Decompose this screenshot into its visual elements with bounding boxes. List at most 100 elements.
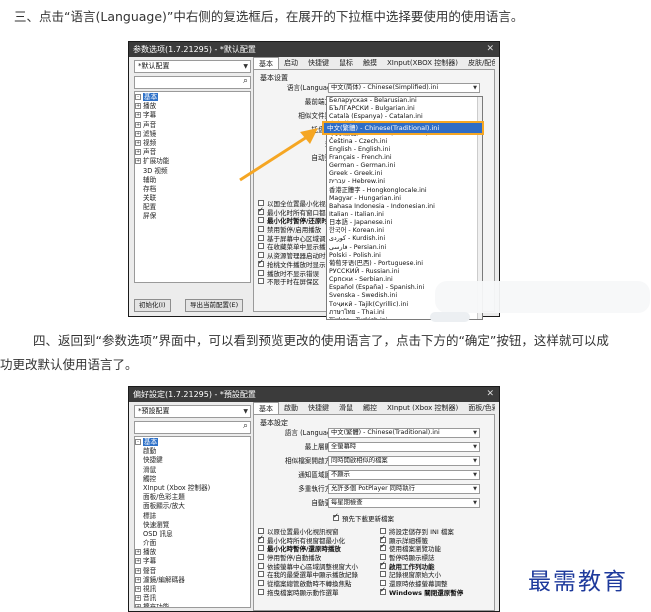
checkbox-label: 啟用工作列功能	[389, 562, 435, 571]
pre-download-checkbox[interactable]: 預先下載更新檔案	[333, 512, 394, 524]
option-checkbox[interactable]: 還原時依據螢幕調整	[380, 580, 463, 589]
expand-icon[interactable]: +	[135, 595, 141, 602]
checkbox-box[interactable]	[258, 588, 264, 595]
settings-tab[interactable]: 滑鼠	[334, 402, 358, 414]
checkbox-box[interactable]	[258, 554, 264, 561]
settings-tab[interactable]: 面板/色彩主	[463, 402, 495, 414]
option-checkbox[interactable]: 使用檔案瀏覽功能	[380, 542, 463, 554]
option-checkbox[interactable]: 在我的最愛選單中顯示播放紀錄	[258, 571, 358, 580]
collapse-icon[interactable]: -	[135, 439, 141, 445]
tree-item[interactable]: + 音訊	[135, 594, 250, 603]
settings-tab[interactable]: 啟動	[279, 402, 303, 414]
checkbox-box[interactable]	[380, 571, 386, 578]
expand-icon[interactable]: +	[135, 567, 141, 574]
setting-select[interactable]: 全螢幕時 ▼	[328, 442, 480, 452]
option-checkbox[interactable]: 從檔案總管啟動時不轉換焦點	[258, 580, 358, 589]
tree-item[interactable]: 快速瀏覽	[135, 521, 250, 530]
checkbox-label: 以原位置最小化視訊視窗	[267, 528, 339, 536]
setting-select[interactable]: 每星期檢查 ▼	[328, 498, 480, 508]
tree-item-label: 啟動	[143, 447, 157, 456]
checkbox-box[interactable]	[380, 542, 386, 552]
setting-select[interactable]: 中文(繁體) - Chinese(Traditional).ini ▼	[328, 428, 480, 438]
tree-item[interactable]: 快捷鍵	[135, 456, 250, 465]
checkbox-label: 最小化時暫停/還原時播放	[267, 545, 341, 554]
checkbox-box[interactable]	[333, 512, 339, 521]
tree-item[interactable]: + 字幕	[135, 557, 250, 566]
setting-value: 同時開啟相似的檔案	[331, 457, 388, 464]
settings-tab[interactable]: XInput (Xbox 控制器)	[382, 402, 463, 414]
tree-item[interactable]: 觸控	[135, 475, 250, 484]
checkbox-box[interactable]	[258, 562, 264, 569]
preferences-window-traditional: 偏好設定(1.7.21295) - *預設配置 ✕ *預設配置 ▼ ⌕ - 基本啟…	[128, 386, 500, 612]
search-input[interactable]: ⌕	[134, 421, 251, 434]
chevron-down-icon: ▼	[473, 458, 477, 464]
blurred-region	[435, 281, 650, 313]
checkbox-box[interactable]	[258, 545, 264, 552]
checkbox-box[interactable]	[380, 560, 386, 569]
tree-item[interactable]: 介面	[135, 539, 250, 548]
tree-item[interactable]: 啟動	[135, 447, 250, 456]
checkbox-label: 使用檔案瀏覽功能	[389, 545, 441, 554]
profile-select[interactable]: *預設配置 ▼	[134, 405, 251, 418]
tree-item[interactable]: + 聲音	[135, 567, 250, 576]
expand-icon[interactable]: +	[135, 549, 141, 556]
tree-item[interactable]: 滑鼠	[135, 466, 250, 475]
search-icon: ⌕	[242, 421, 248, 431]
tree-item[interactable]: + 視訊	[135, 585, 250, 594]
checkbox-box[interactable]	[258, 580, 264, 587]
arrowhead-icon	[300, 128, 318, 144]
setting-row: 最上層顯示: 全螢幕時 ▼	[254, 442, 494, 453]
checkbox-label: Windows 關閉還原暫停	[389, 588, 464, 597]
option-checkbox[interactable]: 暫停時顯示標誌	[380, 554, 463, 563]
tree-item[interactable]: 面板顯示/放大	[135, 502, 250, 511]
checkbox-label: 最小化時所有視窗都最小化	[267, 536, 345, 545]
setting-row: 多重執行方式: 允許多個 PotPlayer 同時執行 ▼	[254, 484, 494, 495]
tree-item[interactable]: OSD 訊息	[135, 530, 250, 539]
tree-item[interactable]: 面板/色彩主題	[135, 493, 250, 502]
tree-item[interactable]: + 擴充功能	[135, 603, 250, 608]
setting-select[interactable]: 不顯示 ▼	[328, 470, 480, 480]
checkbox-label: 拖曳檔案時顯示動作選單	[267, 588, 339, 597]
tree-item[interactable]: 標誌	[135, 512, 250, 521]
settings-tree: - 基本 啟動 快捷鍵 滑鼠 觸控 XInput (Xbox 控制器) 面板/色彩主題 面板顯示…	[134, 436, 251, 608]
option-checkbox[interactable]: 以原位置最小化視訊視窗	[258, 528, 358, 537]
expand-icon[interactable]: +	[135, 604, 141, 607]
tree-item-label: 滑鼠	[143, 465, 157, 474]
tree-item[interactable]: XInput (Xbox 控制器)	[135, 484, 250, 493]
checkbox-box[interactable]	[380, 586, 386, 595]
option-checkbox[interactable]: Windows 關閉還原暫停	[380, 586, 464, 598]
tree-item-label: 音訊	[143, 594, 157, 603]
expand-icon[interactable]: +	[135, 558, 141, 565]
instruction-step4-continued: 功更改默认使用语言了。	[0, 357, 138, 372]
checkbox-label: 在我的最愛選單中顯示播放紀錄	[267, 571, 358, 580]
option-checkbox[interactable]: 記錄視窗原始大小	[380, 571, 463, 580]
expand-icon[interactable]: +	[135, 576, 141, 583]
setting-select[interactable]: 同時開啟相似的檔案 ▼	[328, 456, 480, 466]
tree-item-label: OSD 訊息	[143, 529, 173, 538]
checkbox-box[interactable]	[258, 534, 264, 543]
tree-item[interactable]: - 基本	[135, 438, 250, 447]
tree-item[interactable]: + 濾鏡/編解碼器	[135, 576, 250, 585]
checkbox-box[interactable]	[258, 571, 264, 578]
setting-select[interactable]: 允許多個 PotPlayer 同時執行 ▼	[328, 484, 480, 494]
settings-tab[interactable]: 觸控	[358, 402, 382, 414]
settings-tab[interactable]: 基本	[253, 402, 279, 414]
option-checkbox[interactable]: 將設定儲存到 INI 檔案	[380, 528, 463, 537]
option-checkbox[interactable]: 最小化時暫停/還原時播放	[258, 545, 358, 554]
expand-icon[interactable]: +	[135, 586, 141, 592]
option-checkbox[interactable]: 停用暫停/自動播放	[258, 554, 358, 563]
left-pane: *預設配置 ▼ ⌕ - 基本 啟動 快捷鍵 滑鼠 觸控 XInput (Xbox 控制器) 面…	[134, 405, 251, 611]
settings-tab[interactable]: 快捷鍵	[303, 402, 334, 414]
tree-item-label: 擴充功能	[143, 603, 170, 608]
tree-item-label: 觸控	[143, 474, 157, 483]
chevron-down-icon: ▼	[473, 472, 477, 478]
close-icon[interactable]: ✕	[486, 387, 494, 402]
tree-item-label: XInput (Xbox 控制器)	[143, 483, 211, 492]
blurred-region	[430, 312, 470, 322]
option-checkbox[interactable]: 拖曳檔案時顯示動作選單	[258, 588, 358, 598]
